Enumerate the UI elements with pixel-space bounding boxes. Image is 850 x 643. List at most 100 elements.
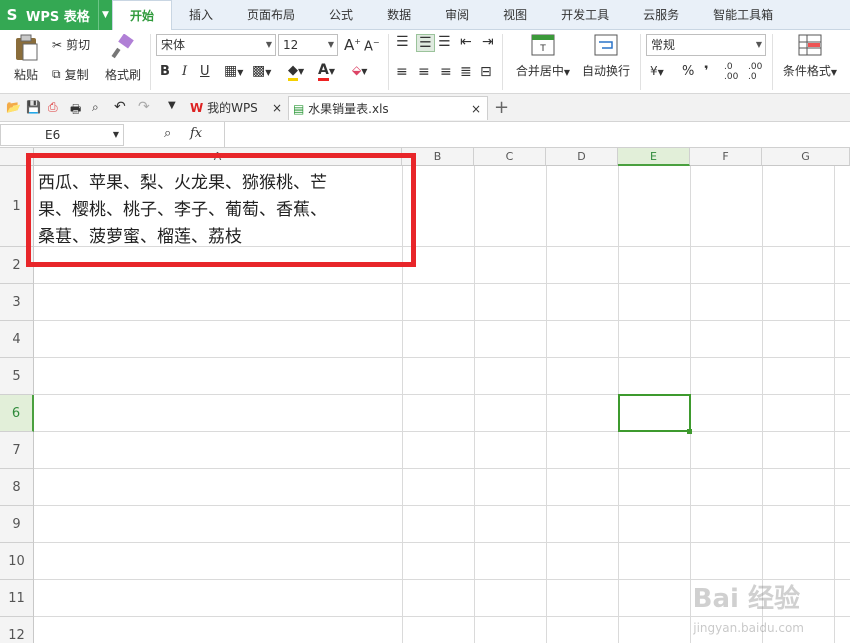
align-top-button[interactable]: ☰: [396, 34, 409, 50]
name-box[interactable]: E6 ▼: [0, 124, 124, 146]
chevron-down-icon: ▼: [265, 40, 272, 49]
redo-icon[interactable]: ↷: [138, 99, 150, 115]
open-folder-icon[interactable]: 📂: [6, 100, 21, 114]
align-bottom-button[interactable]: ☰: [438, 34, 451, 50]
clear-format-button[interactable]: ⬙▼: [352, 63, 367, 77]
wrap-text-button[interactable]: 自动换行: [580, 34, 632, 79]
tab-fruit-sales-xls[interactable]: ▤ 水果销量表.xls ×: [288, 96, 488, 120]
copy-label: 复制: [64, 68, 89, 82]
column-header-C[interactable]: C: [474, 148, 546, 166]
chevron-down-icon[interactable]: ▼: [168, 100, 176, 111]
row-header-5[interactable]: 5: [0, 358, 34, 395]
grid-line: [34, 431, 850, 432]
print-icon[interactable]: 🖶: [70, 100, 81, 121]
tab-fruit-sales-label: 水果销量表.xls: [308, 102, 389, 116]
align-left-button[interactable]: ≡: [396, 64, 408, 80]
selected-cell-E6[interactable]: [618, 394, 691, 432]
align-center-button[interactable]: ≡: [418, 64, 430, 80]
font-size-select[interactable]: 12 ▼: [278, 34, 338, 56]
tab-view[interactable]: 视图: [486, 0, 544, 30]
title-bar: S WPS 表格 ▼ 开始 插入 页面布局 公式 数据 审阅 视图 开发工具 云…: [0, 0, 850, 31]
eraser-icon: ⬙: [352, 63, 362, 77]
cell-style-button[interactable]: ▩▼: [252, 63, 271, 79]
conditional-format-button[interactable]: 条件格式▼: [778, 34, 842, 79]
row-header-3[interactable]: 3: [0, 284, 34, 321]
copy-button[interactable]: ⧉ 复制: [52, 66, 89, 83]
row-header-9[interactable]: 9: [0, 506, 34, 543]
increase-indent-button[interactable]: ⇥: [482, 34, 494, 50]
grid-line: [34, 468, 850, 469]
undo-icon[interactable]: ↶: [114, 99, 126, 115]
increase-decimal-button[interactable]: .0 .00: [724, 62, 744, 82]
print-preview-icon[interactable]: ⌕: [92, 100, 99, 115]
distributed-button[interactable]: ⊟: [480, 64, 492, 80]
row-header-11[interactable]: 11: [0, 580, 34, 617]
chevron-down-icon: ▼: [327, 40, 334, 49]
row-header-12[interactable]: 12: [0, 617, 34, 643]
paste-button[interactable]: 粘贴: [8, 34, 44, 83]
tab-home[interactable]: 开始: [112, 0, 173, 31]
tab-data[interactable]: 数据: [370, 0, 428, 30]
close-icon[interactable]: ×: [272, 96, 282, 120]
column-header-E[interactable]: E: [618, 148, 690, 166]
underline-button[interactable]: U: [200, 64, 210, 79]
align-middle-button[interactable]: ☰: [416, 34, 435, 52]
decrease-indent-button[interactable]: ⇤: [460, 34, 472, 50]
align-right-button[interactable]: ≡: [440, 64, 452, 80]
currency-button[interactable]: ¥▼: [650, 64, 664, 78]
tab-page-layout[interactable]: 页面布局: [230, 0, 312, 30]
wps-app-menu-button[interactable]: S WPS 表格 ▼: [0, 0, 112, 30]
italic-button[interactable]: I: [182, 64, 187, 79]
tab-review[interactable]: 审阅: [428, 0, 486, 30]
number-format-select[interactable]: 常规 ▼: [646, 34, 766, 56]
tab-developer[interactable]: 开发工具: [544, 0, 626, 30]
cell-reference: E6: [45, 128, 61, 142]
formula-input[interactable]: [224, 122, 850, 148]
column-header-D[interactable]: D: [546, 148, 618, 166]
new-tab-icon[interactable]: +: [494, 97, 509, 118]
comma-style-button[interactable]: ❜: [704, 64, 709, 79]
decrease-font-size-button[interactable]: A−: [364, 38, 380, 54]
tab-cloud[interactable]: 云服务: [626, 0, 696, 30]
wps-logo-icon: S: [6, 6, 18, 24]
justify-button[interactable]: ≣: [460, 64, 472, 80]
tab-my-wps[interactable]: W 我的WPS ×: [186, 96, 288, 120]
borders-button[interactable]: ▦▼: [224, 63, 243, 79]
grid-line: [834, 166, 835, 643]
fill-handle[interactable]: [687, 429, 692, 434]
row-header-4[interactable]: 4: [0, 321, 34, 358]
zoom-lookup-icon[interactable]: ⌕: [164, 126, 171, 141]
tab-insert[interactable]: 插入: [172, 0, 230, 30]
column-header-G[interactable]: G: [762, 148, 850, 166]
bold-button[interactable]: B: [160, 64, 170, 79]
export-pdf-icon[interactable]: ⎙: [48, 100, 58, 115]
merge-center-button[interactable]: T 合并居中▼: [512, 34, 574, 79]
svg-text:T: T: [539, 44, 546, 54]
tab-smart-tools[interactable]: 智能工具箱: [696, 0, 790, 30]
fill-color-icon: ◆: [288, 63, 298, 81]
font-color-button[interactable]: A▼: [318, 62, 335, 81]
font-name-value: 宋体: [161, 38, 186, 52]
baidu-watermark-url: jingyan.baidu.com: [693, 621, 804, 635]
row-header-8[interactable]: 8: [0, 469, 34, 506]
column-header-F[interactable]: F: [690, 148, 762, 166]
grid-line: [546, 166, 547, 643]
row-header-10[interactable]: 10: [0, 543, 34, 580]
format-painter-button[interactable]: 格式刷: [104, 34, 142, 83]
fx-button[interactable]: fx: [190, 126, 202, 141]
row-header-6[interactable]: 6: [0, 395, 34, 432]
wps-w-icon: W: [190, 101, 204, 115]
percent-button[interactable]: %: [682, 64, 694, 79]
wps-spreadsheet-window: S WPS 表格 ▼ 开始 插入 页面布局 公式 数据 审阅 视图 开发工具 云…: [0, 0, 850, 643]
row-header-7[interactable]: 7: [0, 432, 34, 469]
cut-button[interactable]: ✂ 剪切: [52, 36, 90, 53]
font-name-select[interactable]: 宋体 ▼: [156, 34, 276, 56]
close-icon[interactable]: ×: [471, 97, 481, 121]
increase-font-size-button[interactable]: A+: [344, 36, 361, 54]
tab-formulas[interactable]: 公式: [312, 0, 370, 30]
wrap-text-icon: [594, 34, 618, 56]
chevron-down-icon[interactable]: ▼: [98, 0, 112, 30]
save-icon[interactable]: 💾: [26, 100, 41, 114]
fill-color-button[interactable]: ◆▼: [288, 63, 304, 81]
decrease-decimal-button[interactable]: .00 .0: [748, 62, 768, 82]
